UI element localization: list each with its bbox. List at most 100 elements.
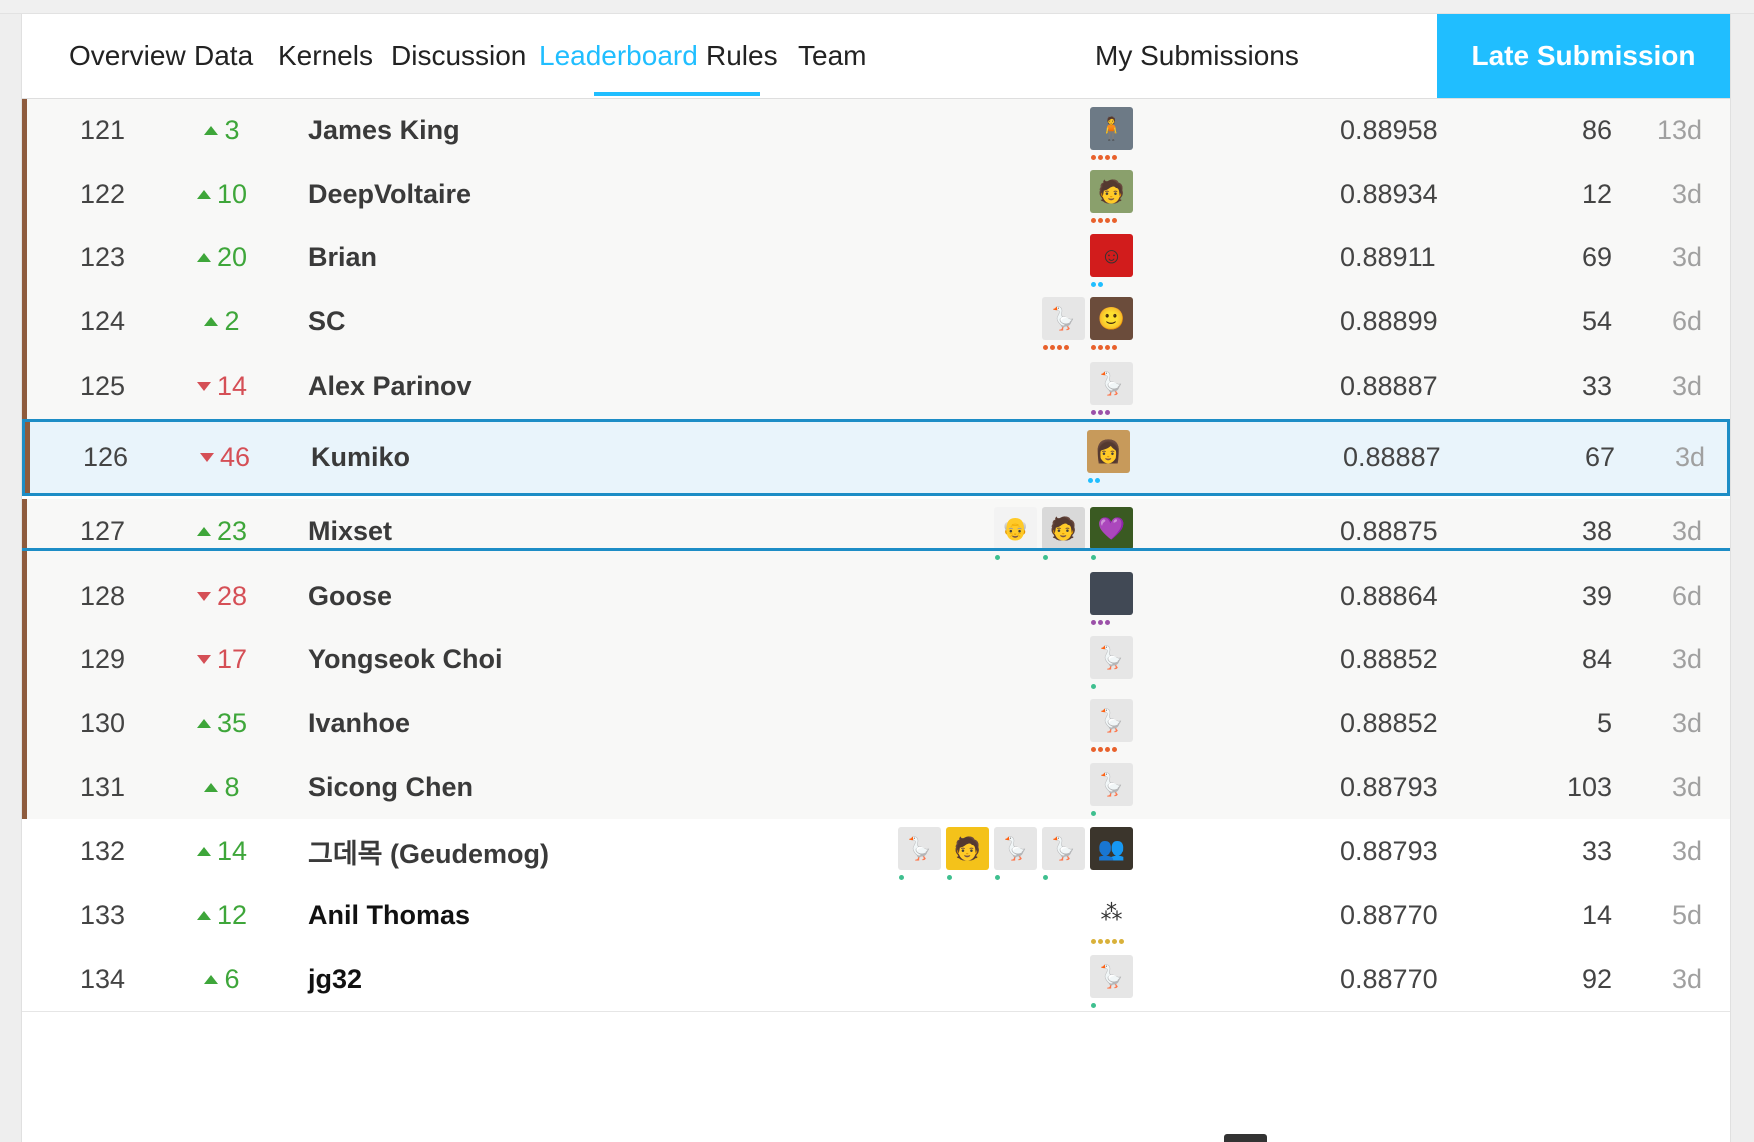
arrow-down-icon (199, 453, 214, 462)
last-submission-cell: 3d (1671, 371, 1702, 401)
rank-change-value: 23 (216, 516, 248, 546)
tab-discussion[interactable]: Discussion (391, 14, 526, 98)
cartoon-icon[interactable]: 🧑 (946, 827, 989, 870)
tab-data[interactable]: Data (194, 14, 253, 98)
photo-icon[interactable]: 🙂 (1090, 297, 1133, 340)
last-submission-cell: 6d (1671, 306, 1702, 336)
team-name[interactable]: Alex Parinov (308, 354, 472, 419)
tier-dot (1091, 218, 1096, 223)
team-name[interactable]: jg32 (308, 947, 362, 1011)
tab-overview[interactable]: Overview (69, 14, 186, 98)
team-name[interactable]: Anil Thomas (308, 883, 470, 947)
team-name[interactable]: Yongseok Choi (308, 628, 503, 691)
tier-dot (1043, 875, 1048, 880)
table-row[interactable]: 129 17 Yongseok Choi 🪿 0.88852 84 3d (22, 628, 1730, 692)
goose-icon[interactable]: 🪿 (898, 827, 941, 870)
goose-icon[interactable]: 🪿 (1090, 955, 1133, 998)
team-name[interactable]: Sicong Chen (308, 755, 473, 819)
team-members: 🪿 🙂 (1042, 297, 1138, 351)
team-name[interactable]: 그데목 (Geudemog) (308, 819, 549, 883)
table-row[interactable]: 122 10 DeepVoltaire 🧑 0.88934 12 3d (22, 162, 1730, 227)
table-row[interactable]: 121 3 James King 🧍 0.88958 86 13d (22, 99, 1730, 163)
table-row[interactable]: 134 6 jg32 🪿 0.88770 92 3d (22, 947, 1730, 1012)
team-name[interactable]: SC (308, 289, 346, 354)
photo-icon[interactable]: 👥 (1090, 827, 1133, 870)
tier-dot (1091, 620, 1096, 625)
rank-change-value: 14 (216, 835, 248, 866)
team-name[interactable]: DeepVoltaire (308, 162, 471, 226)
tier-dots (1091, 939, 1124, 945)
goose-icon[interactable]: 🪿 (1090, 362, 1133, 405)
entries-cell: 103 (1566, 771, 1612, 802)
rank-change-value: 17 (216, 644, 248, 674)
tier-dots (1091, 155, 1117, 161)
table-row[interactable]: 133 12 Anil Thomas ⁂ 0.88770 14 5d (22, 883, 1730, 948)
score-cell: 0.88793 (1340, 835, 1438, 866)
rank-change-value: 20 (216, 242, 248, 272)
team-name[interactable]: Goose (308, 564, 392, 628)
goose-icon[interactable]: 🪿 (1090, 699, 1133, 742)
photo-icon[interactable]: 🧑 (1090, 170, 1133, 213)
last-submission-cell: 3d (1671, 242, 1702, 272)
table-row[interactable]: 123 20 Brian ☺ 0.88911 69 3d (22, 226, 1730, 290)
rank-change-value: 3 (224, 115, 240, 145)
rank-change: 28 (182, 564, 262, 628)
current-user-separator (22, 548, 1730, 551)
tier-dots (1043, 875, 1048, 881)
team-members: 👩 (1087, 430, 1135, 484)
photo-icon[interactable]: 🧑 (1042, 507, 1085, 550)
tier-dot (1091, 345, 1096, 350)
photo-icon[interactable] (1090, 572, 1133, 615)
photo-icon[interactable]: 🧍 (1090, 107, 1133, 150)
tier-dot (1112, 155, 1117, 160)
tab-leaderboard[interactable]: Leaderboard (539, 14, 698, 98)
tier-dots (1091, 282, 1103, 288)
goose-icon[interactable]: 🪿 (1042, 827, 1085, 870)
table-row[interactable]: 130 35 Ivanhoe 🪿 0.88852 5 3d (22, 691, 1730, 756)
goose-icon[interactable]: 🪿 (1042, 297, 1085, 340)
team-name[interactable]: Mixset (308, 499, 392, 564)
photo-icon[interactable]: ☺ (1090, 234, 1133, 277)
rank-cell: 126 (83, 442, 129, 472)
team-name[interactable]: Kumiko (311, 422, 410, 493)
cartoon-icon[interactable]: 👴 (994, 507, 1037, 550)
goose-icon[interactable]: 🪿 (1090, 636, 1133, 679)
rank-cell: 128 (80, 580, 126, 611)
last-submission-cell: 6d (1671, 580, 1702, 611)
score-cell: 0.88875 (1340, 516, 1438, 546)
rank-cell: 132 (80, 835, 126, 866)
tier-dot (1098, 218, 1103, 223)
tab-kernels[interactable]: Kernels (278, 14, 373, 98)
table-row[interactable]: 132 14 그데목 (Geudemog) 🪿 🧑 🪿 🪿 👥 0.88793 33 3d (22, 819, 1730, 884)
score-cell: 0.88852 (1340, 707, 1438, 738)
current-user-row[interactable]: 126 46 Kumiko 👩 0.88887 67 3d (22, 419, 1730, 496)
table-row[interactable]: 127 23 Mixset 👴 🧑 💜 0.88875 38 3d (22, 499, 1730, 565)
tier-dot (899, 875, 904, 880)
table-row[interactable]: 128 28 Goose 0.88864 39 6d (22, 564, 1730, 629)
rank-change: 17 (182, 628, 262, 691)
goose-icon[interactable]: 🪿 (994, 827, 1037, 870)
team-name[interactable]: James King (308, 99, 460, 162)
photo-icon[interactable]: 👩 (1087, 430, 1130, 473)
heart-icon[interactable]: 💜 (1090, 507, 1133, 550)
tier-dots (1091, 555, 1096, 561)
last-submission-cell: 3d (1671, 707, 1702, 738)
tier-dot (1098, 939, 1103, 944)
rank-change-value: 35 (216, 707, 248, 738)
team-members: 🪿 (1090, 636, 1138, 690)
late-submission-button[interactable]: Late Submission (1437, 14, 1730, 98)
goose-icon[interactable]: 🪿 (1090, 763, 1133, 806)
table-row[interactable]: 124 2 SC 🪿 🙂 0.88899 54 6d (22, 289, 1730, 355)
score-cell: 0.88887 (1343, 442, 1441, 472)
team-name[interactable]: Brian (308, 226, 377, 289)
tab-rules[interactable]: Rules (706, 14, 778, 98)
tier-dot (1050, 345, 1055, 350)
table-row[interactable]: 125 14 Alex Parinov 🪿 0.88887 33 3d (22, 354, 1730, 420)
score-cell: 0.88793 (1340, 771, 1438, 802)
rank-change: 14 (182, 819, 262, 883)
table-row[interactable]: 131 8 Sicong Chen 🪿 0.88793 103 3d (22, 755, 1730, 820)
identicon-icon[interactable]: ⁂ (1090, 891, 1133, 934)
team-name[interactable]: Ivanhoe (308, 691, 410, 755)
tab-team[interactable]: Team (798, 14, 866, 98)
my-submissions-link[interactable]: My Submissions (1095, 14, 1299, 98)
